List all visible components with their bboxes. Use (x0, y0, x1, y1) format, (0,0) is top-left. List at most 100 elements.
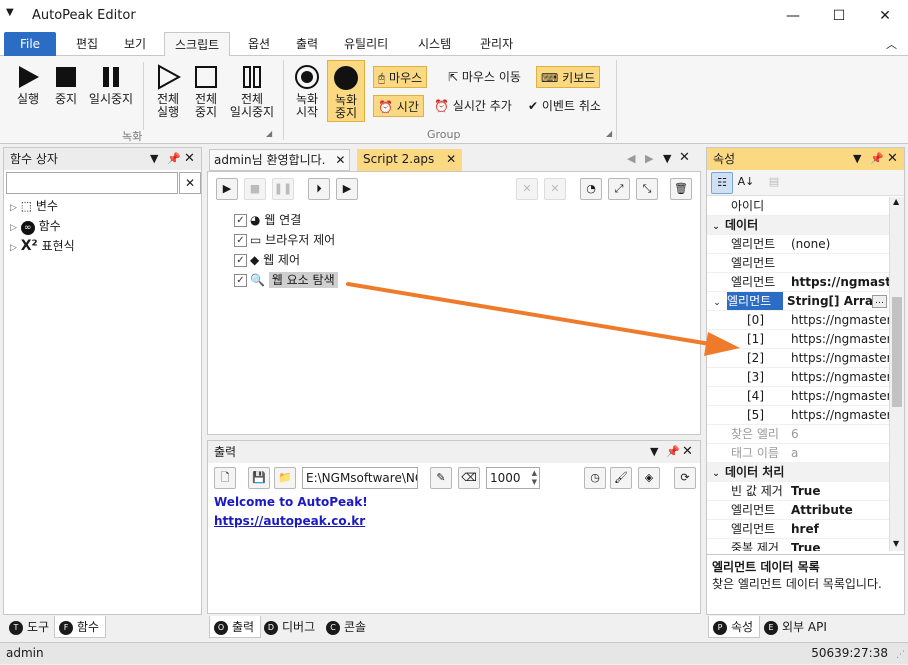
property-row[interactable]: 찾은 엘리 6 (707, 425, 889, 444)
editor-expand-button[interactable]: ⤢ (608, 178, 630, 200)
property-row[interactable]: 중복 제거 True (707, 539, 889, 551)
tree-item-function[interactable]: ▷ ∞ 함수 (10, 216, 75, 236)
alphabetical-button[interactable]: A↓ (735, 172, 757, 194)
property-value[interactable]: Attribute (791, 501, 853, 519)
tab-utility[interactable]: 유틸리티 (334, 32, 398, 56)
collapse-chevron-icon[interactable]: ⌄ (707, 465, 725, 481)
stop-all-button[interactable]: 전체 중지 (186, 64, 226, 119)
output-open-button[interactable]: 📁 (274, 467, 296, 489)
minimize-button[interactable]: — (770, 0, 816, 32)
property-row[interactable]: 태그 이름 a (707, 444, 889, 463)
property-value[interactable]: https://ngmaster.t (791, 387, 889, 405)
property-row[interactable]: 엘리먼트 (none) (707, 235, 889, 254)
pin-icon[interactable]: 📌 (870, 148, 884, 170)
editor-remove-button[interactable]: ✕ (516, 178, 538, 200)
record-stop-button[interactable]: 녹화 중지 (327, 60, 365, 122)
scroll-down-icon[interactable]: ▼ (893, 539, 899, 548)
run-all-button[interactable]: 전체 실행 (148, 64, 188, 119)
property-value[interactable]: https://ngmaster.t (791, 330, 889, 348)
script-item-web-connect[interactable]: ✓ ◕ 웹 연결 (234, 210, 338, 230)
output-brush-button[interactable]: 🖌 (610, 467, 632, 489)
ellipsis-button[interactable]: … (872, 295, 887, 308)
checkbox[interactable]: ✓ (234, 274, 247, 287)
script-item-browser-control[interactable]: ✓ ▭ 브라우저 제어 (234, 230, 338, 250)
property-scrollbar[interactable]: ▲ ▼ (889, 197, 904, 551)
tab-scroll-right-icon[interactable]: ▶ (645, 152, 653, 165)
tab-welcome[interactable]: admin님 환영합니다. ✕ (209, 149, 351, 171)
tab-view[interactable]: 보기 (114, 32, 156, 56)
dialog-launcher-icon[interactable]: ◢ (606, 129, 612, 138)
property-value[interactable]: a (791, 444, 798, 462)
property-row[interactable]: 빈 값 제거 True (707, 482, 889, 501)
property-value[interactable]: https://ngmaster.t (791, 406, 889, 424)
tab-options[interactable]: 옵션 (238, 32, 280, 56)
tab-external-api[interactable]: E 외부 API (760, 616, 833, 638)
stop-button[interactable]: 중지 (46, 64, 86, 106)
maximize-button[interactable]: ☐ (816, 0, 862, 32)
keyboard-toggle[interactable]: ⌨ 키보드 (536, 66, 601, 88)
close-tab-icon[interactable]: ✕ (446, 152, 456, 166)
property-value[interactable]: (none) (791, 235, 830, 253)
tab-file[interactable]: File (4, 32, 56, 56)
editor-run-to-button[interactable]: ▶ (336, 178, 358, 200)
run-button[interactable]: 실행 (8, 64, 48, 106)
collapse-chevron-icon[interactable]: ⌄ (707, 294, 727, 310)
editor-pause-button[interactable]: ❚❚ (272, 178, 294, 200)
property-row[interactable]: 엘리먼트 href (707, 520, 889, 539)
tab-list-icon[interactable]: ▼ (663, 152, 671, 165)
tab-admin[interactable]: 관리자 (470, 32, 523, 56)
realtime-add-button[interactable]: ⏰ 실시간 추가 (430, 95, 516, 117)
mouse-move-toggle[interactable]: ⇱ 마우스 이동 (444, 66, 525, 88)
property-row[interactable]: 엘리먼트 https://ngmaste (707, 273, 889, 292)
output-refresh-button[interactable]: ⟳ (674, 467, 696, 489)
output-new-button[interactable]: 🗋 (214, 467, 236, 489)
output-clean-button[interactable]: ✎ (430, 467, 452, 489)
property-value[interactable]: True (791, 539, 820, 551)
property-value[interactable]: href (791, 520, 819, 538)
output-timestamp-button[interactable]: ◷ (584, 467, 606, 489)
output-save-button[interactable]: 💾 (248, 467, 270, 489)
property-value[interactable]: String[] Array (787, 292, 880, 310)
property-row[interactable]: [4] https://ngmaster.t (707, 387, 889, 406)
editor-collapse-button[interactable]: ⤡ (636, 178, 658, 200)
editor-remove-all-button[interactable]: ✕ (544, 178, 566, 200)
editor-delete-button[interactable]: 🗑 (670, 178, 692, 200)
tab-debug[interactable]: D 디버그 (260, 616, 321, 638)
editor-step-button[interactable]: ⏵ (308, 178, 330, 200)
property-value[interactable]: https://ngmaster.t (791, 368, 889, 386)
property-row[interactable]: [3] https://ngmaster.t (707, 368, 889, 387)
script-item-web-element-search[interactable]: ✓ 🔍 웹 요소 탐색 (234, 270, 338, 290)
property-category[interactable]: ⌄ 데이터 (707, 216, 889, 235)
tree-item-expression[interactable]: ▷ X² 표현식 (10, 236, 75, 256)
system-menu-icon[interactable]: ▼ (6, 7, 14, 18)
collapse-ribbon-icon[interactable]: ︿ (886, 36, 897, 52)
checkbox[interactable]: ✓ (234, 254, 247, 267)
property-row[interactable]: [5] https://ngmaster.t (707, 406, 889, 425)
tab-output[interactable]: 출력 (286, 32, 328, 56)
tab-output-panel[interactable]: O 출력 (209, 616, 262, 638)
property-category[interactable]: ⌄ 데이터 처리 (707, 463, 889, 482)
panel-menu-icon[interactable]: ▼ (853, 148, 861, 170)
property-row[interactable]: ⌄ 엘리먼트 String[] Array… (707, 292, 889, 311)
property-row[interactable]: 엘리먼트 Attribute (707, 501, 889, 520)
scroll-thumb[interactable] (892, 297, 902, 407)
event-cancel-button[interactable]: ✔ 이벤트 취소 (524, 95, 605, 117)
property-row[interactable]: 엘리먼트 (707, 254, 889, 273)
mouse-toggle[interactable]: 🖰 마우스 (373, 66, 428, 88)
close-tab-icon[interactable]: ✕ (335, 153, 345, 167)
tab-properties[interactable]: P 속성 (708, 616, 761, 638)
pause-button[interactable]: 일시중지 (86, 64, 136, 106)
close-button[interactable]: ✕ (862, 0, 908, 32)
scroll-up-icon[interactable]: ▲ (893, 197, 899, 206)
property-row[interactable]: 아이디 (707, 197, 889, 216)
close-icon[interactable]: ✕ (679, 150, 690, 165)
close-icon[interactable]: ✕ (887, 148, 898, 170)
output-link[interactable]: https://autopeak.co.kr (214, 512, 700, 531)
panel-menu-icon[interactable]: ▼ (650, 441, 658, 463)
dialog-launcher-icon[interactable]: ◢ (266, 129, 272, 138)
checkbox[interactable]: ✓ (234, 214, 247, 227)
tab-tools[interactable]: T 도구 (5, 616, 55, 638)
panel-menu-icon[interactable]: ▼ (150, 148, 158, 170)
property-row[interactable]: [1] https://ngmaster.t (707, 330, 889, 349)
property-value[interactable]: True (791, 482, 820, 500)
